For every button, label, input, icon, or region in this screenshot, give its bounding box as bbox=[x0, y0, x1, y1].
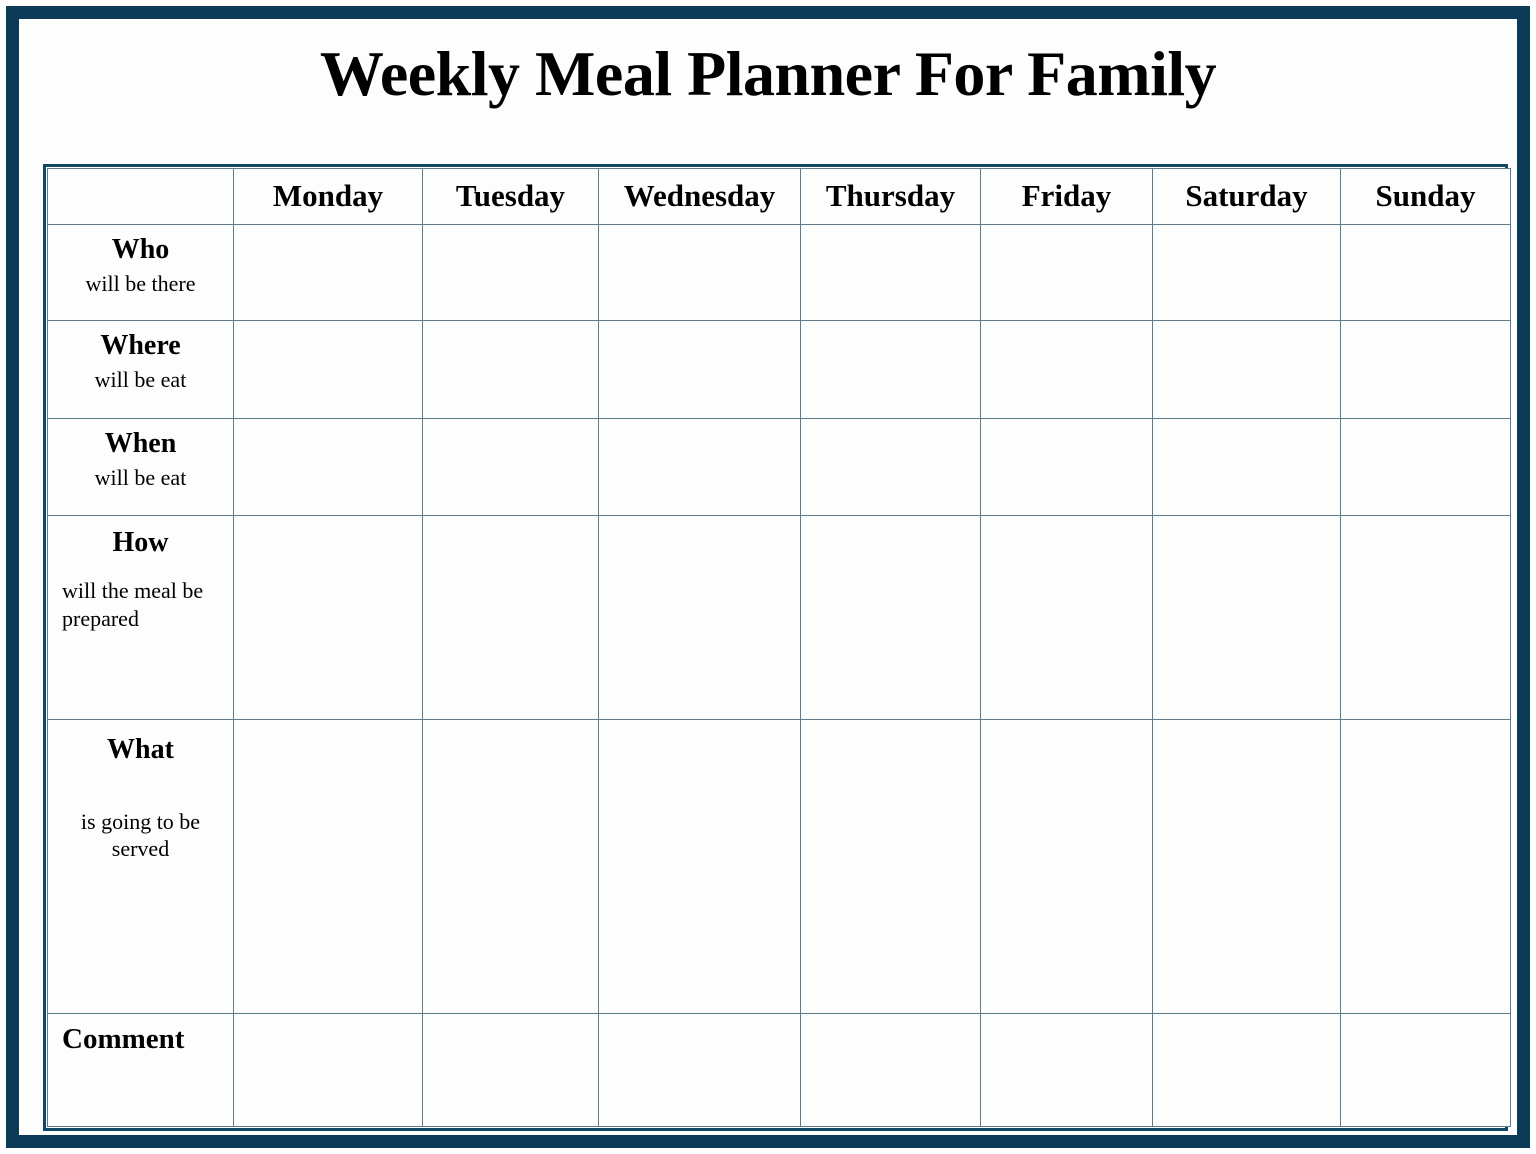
row-label-term-what: What bbox=[107, 734, 174, 765]
row-label-subtitle-how: will the meal be prepared bbox=[62, 577, 204, 632]
page-inner: Weekly Meal Planner For Family Monday Tu… bbox=[19, 19, 1517, 1135]
cell-when-monday[interactable] bbox=[233, 418, 423, 516]
cell-how-tuesday[interactable] bbox=[422, 515, 599, 720]
cell-comment-sunday[interactable] bbox=[1340, 1013, 1511, 1127]
row-label-subtitle-who: will be there bbox=[85, 270, 196, 296]
row-label-where: Where will be eat bbox=[47, 320, 234, 419]
cell-where-thursday[interactable] bbox=[800, 320, 981, 419]
cell-comment-wednesday[interactable] bbox=[598, 1013, 801, 1127]
page-title: Weekly Meal Planner For Family bbox=[319, 38, 1217, 109]
cell-where-saturday[interactable] bbox=[1152, 320, 1341, 419]
cell-what-wednesday[interactable] bbox=[598, 719, 801, 1014]
cell-where-wednesday[interactable] bbox=[598, 320, 801, 419]
cell-where-monday[interactable] bbox=[233, 320, 423, 419]
table-row-who: Who will be there bbox=[47, 224, 1511, 321]
cell-what-thursday[interactable] bbox=[800, 719, 981, 1014]
row-label-what: What is going to be served bbox=[47, 719, 234, 1014]
table-row-comment: Comment bbox=[47, 1013, 1511, 1127]
cell-what-saturday[interactable] bbox=[1152, 719, 1341, 1014]
row-label-term-where: Where bbox=[100, 330, 181, 361]
row-label-who: Who will be there bbox=[47, 224, 234, 321]
column-header-thursday: Thursday bbox=[800, 168, 981, 225]
cell-comment-monday[interactable] bbox=[233, 1013, 423, 1127]
weekly-meal-planner-table-wrapper: Monday Tuesday Wednesday Thursday Friday… bbox=[43, 164, 1511, 1131]
cell-when-saturday[interactable] bbox=[1152, 418, 1341, 516]
row-label-comment: Comment bbox=[47, 1013, 234, 1127]
cell-comment-friday[interactable] bbox=[980, 1013, 1153, 1127]
weekly-meal-planner-table: Monday Tuesday Wednesday Thursday Friday… bbox=[47, 168, 1511, 1127]
table-row-where: Where will be eat bbox=[47, 320, 1511, 419]
cell-who-tuesday[interactable] bbox=[422, 224, 599, 321]
row-label-term-comment: Comment bbox=[62, 1023, 185, 1055]
table-row-when: When will be eat bbox=[47, 418, 1511, 516]
cell-how-saturday[interactable] bbox=[1152, 515, 1341, 720]
cell-when-tuesday[interactable] bbox=[422, 418, 599, 516]
column-header-tuesday: Tuesday bbox=[422, 168, 599, 225]
cell-where-tuesday[interactable] bbox=[422, 320, 599, 419]
cell-who-thursday[interactable] bbox=[800, 224, 981, 321]
row-label-how: How will the meal be prepared bbox=[47, 515, 234, 720]
column-header-sunday: Sunday bbox=[1340, 168, 1511, 225]
cell-who-monday[interactable] bbox=[233, 224, 423, 321]
cell-where-sunday[interactable] bbox=[1340, 320, 1511, 419]
cell-who-saturday[interactable] bbox=[1152, 224, 1341, 321]
row-label-term-how: How bbox=[112, 527, 169, 558]
row-label-subtitle-what: is going to be served bbox=[80, 808, 201, 862]
table-corner-header bbox=[47, 168, 234, 225]
cell-when-thursday[interactable] bbox=[800, 418, 981, 516]
table-row-what: What is going to be served bbox=[47, 719, 1511, 1014]
cell-how-friday[interactable] bbox=[980, 515, 1153, 720]
table-row-how: How will the meal be prepared bbox=[47, 515, 1511, 720]
cell-what-monday[interactable] bbox=[233, 719, 423, 1014]
cell-how-thursday[interactable] bbox=[800, 515, 981, 720]
cell-how-monday[interactable] bbox=[233, 515, 423, 720]
row-label-when: When will be eat bbox=[47, 418, 234, 516]
cell-what-friday[interactable] bbox=[980, 719, 1153, 1014]
cell-who-wednesday[interactable] bbox=[598, 224, 801, 321]
cell-what-tuesday[interactable] bbox=[422, 719, 599, 1014]
cell-who-sunday[interactable] bbox=[1340, 224, 1511, 321]
column-header-wednesday: Wednesday bbox=[598, 168, 801, 225]
column-header-friday: Friday bbox=[980, 168, 1153, 225]
row-label-term-when: When bbox=[104, 428, 177, 459]
cell-when-wednesday[interactable] bbox=[598, 418, 801, 516]
cell-comment-thursday[interactable] bbox=[800, 1013, 981, 1127]
cell-when-sunday[interactable] bbox=[1340, 418, 1511, 516]
cell-what-sunday[interactable] bbox=[1340, 719, 1511, 1014]
row-label-term-who: Who bbox=[111, 234, 170, 265]
cell-when-friday[interactable] bbox=[980, 418, 1153, 516]
cell-how-sunday[interactable] bbox=[1340, 515, 1511, 720]
table-header-row: Monday Tuesday Wednesday Thursday Friday… bbox=[47, 168, 1511, 225]
cell-where-friday[interactable] bbox=[980, 320, 1153, 419]
cell-who-friday[interactable] bbox=[980, 224, 1153, 321]
column-header-saturday: Saturday bbox=[1152, 168, 1341, 225]
cell-comment-saturday[interactable] bbox=[1152, 1013, 1341, 1127]
row-label-subtitle-where: will be eat bbox=[94, 366, 187, 392]
page-frame: Weekly Meal Planner For Family Monday Tu… bbox=[6, 6, 1530, 1148]
cell-how-wednesday[interactable] bbox=[598, 515, 801, 720]
row-label-subtitle-when: will be eat bbox=[94, 464, 187, 490]
cell-comment-tuesday[interactable] bbox=[422, 1013, 599, 1127]
column-header-monday: Monday bbox=[233, 168, 423, 225]
